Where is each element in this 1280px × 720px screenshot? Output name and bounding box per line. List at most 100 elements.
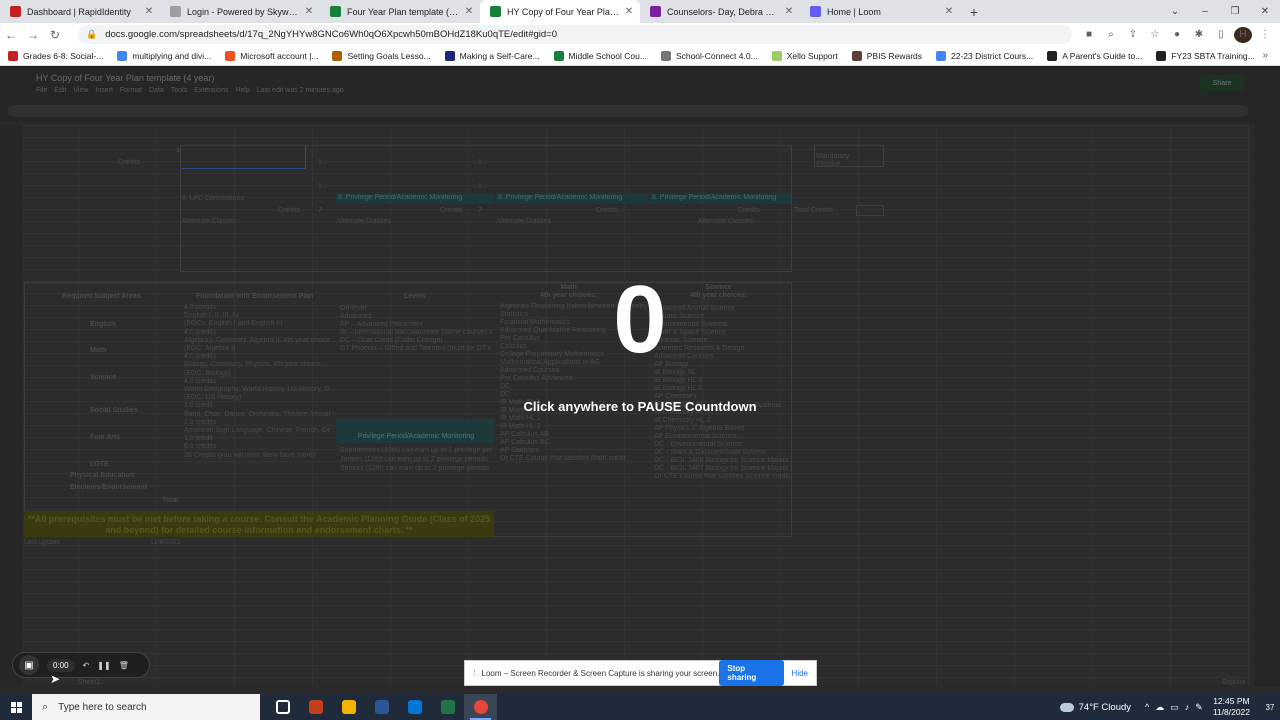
close-icon[interactable]: ✕ — [784, 6, 794, 17]
browser-tab[interactable]: Home | Loom ✕ — [800, 0, 960, 23]
privilege-line: Sophomores (10th) can earn up to 1 privi… — [340, 447, 492, 454]
new-tab-button[interactable]: + — [960, 0, 988, 23]
browser-tab[interactable]: Four Year Plan template (4 year) ✕ — [320, 0, 480, 23]
taskbar-app-file-explorer[interactable] — [332, 694, 365, 720]
sheets-menu-item[interactable]: Format — [120, 87, 142, 94]
share-icon[interactable]: ⇪ — [1124, 29, 1142, 40]
weather-widget[interactable]: 74°F Cloudy — [1059, 702, 1131, 713]
window-close-icon[interactable]: ✕ — [1250, 0, 1280, 23]
bookmark-item[interactable]: multiplying and divi... — [117, 50, 211, 61]
bookmark-label: Making a Self-Care... — [459, 50, 540, 61]
clock[interactable]: 12:45 PM 11/8/2022 — [1213, 696, 1250, 718]
notification-center[interactable]: 37 — [1260, 697, 1280, 717]
back-icon[interactable]: ← — [0, 28, 22, 42]
sheets-menu-item[interactable]: File — [36, 87, 47, 94]
countdown-number[interactable]: 0 — [0, 270, 1280, 370]
sheets-menu-item[interactable]: Help — [235, 87, 249, 94]
sheets-menu-item[interactable]: Extensions — [194, 87, 228, 94]
taskbar-app-word[interactable] — [365, 694, 398, 720]
browser-tab[interactable]: Counselors- Day, Debra & Young ✕ — [640, 0, 800, 23]
browser-tab[interactable]: Login - Powered by Skyward ✕ — [160, 0, 320, 23]
sidepanel-icon[interactable]: ▯ — [1212, 29, 1230, 40]
address-bar[interactable]: 🔒 docs.google.com/spreadsheets/d/17q_2Ng… — [78, 25, 1072, 44]
taskbar-app-task-view[interactable] — [266, 694, 299, 720]
tab-title: Login - Powered by Skyward — [187, 6, 300, 17]
bookmarks-more-icon[interactable]: » — [1262, 50, 1268, 61]
start-button[interactable] — [0, 694, 32, 720]
speaker-icon[interactable]: ♪ — [1185, 702, 1190, 713]
bookmark-label: FY23 SBTA Training... — [1171, 50, 1255, 61]
sheets-menu-item[interactable]: View — [73, 87, 88, 94]
bookmark-favicon-icon — [8, 50, 18, 61]
camera-icon[interactable]: ▣ — [19, 655, 39, 675]
chrome-icon — [473, 700, 488, 714]
doc-title[interactable]: HY Copy of Four Year Plan template (4 ye… — [36, 73, 214, 83]
bookmark-item[interactable]: Microsoft account |... — [225, 50, 318, 61]
bookmark-item[interactable]: FY23 SBTA Training... — [1156, 50, 1255, 61]
bookmark-item[interactable]: School-Connect 4.0... — [660, 50, 758, 61]
taskbar-app-chrome[interactable] — [464, 694, 497, 720]
sheets-menu-item[interactable]: Last edit was 2 minutes ago — [257, 87, 344, 94]
chevron-down-icon[interactable]: ⌄ — [1160, 0, 1190, 23]
forward-icon[interactable]: → — [22, 28, 44, 42]
star-icon[interactable]: ☆ — [1146, 29, 1164, 40]
share-button[interactable]: Share — [1200, 75, 1244, 91]
pause-icon[interactable]: ❚❚ — [97, 661, 110, 670]
bookmark-item[interactable]: Xello Support — [771, 50, 838, 61]
stop-sharing-button[interactable]: Stop sharing — [719, 660, 784, 686]
sheet-tab[interactable]: Sheet1 — [78, 679, 100, 686]
plan-table-outline — [180, 145, 792, 272]
browser-toolbar: ← → ↻ 🔒 docs.google.com/spreadsheets/d/1… — [0, 23, 1280, 46]
sheets-menu-item[interactable]: Data — [149, 87, 164, 94]
network-icon[interactable]: ▭ — [1170, 702, 1179, 713]
kebab-menu-icon[interactable]: ⋮ — [1256, 29, 1274, 40]
close-icon[interactable]: ✕ — [624, 6, 634, 17]
bookmark-item[interactable]: PBIS Rewards — [851, 50, 922, 61]
chevron-up-icon[interactable]: ^ — [1145, 702, 1149, 713]
restore-icon[interactable]: ❐ — [1220, 0, 1250, 23]
close-icon[interactable]: ✕ — [144, 6, 154, 17]
taskbar-app-outlook[interactable] — [398, 694, 431, 720]
camera-icon[interactable]: ■ — [1080, 29, 1098, 40]
onedrive-icon[interactable]: ☁ — [1155, 702, 1164, 713]
browser-tab[interactable]: HY Copy of Four Year Plan template (4 ye… — [480, 0, 640, 23]
explore-button[interactable]: Explore — [1222, 679, 1246, 686]
bookmark-item[interactable]: Grades 6-8: Social-... — [8, 50, 103, 61]
bookmark-item[interactable]: 22-23 District Cours... — [936, 50, 1033, 61]
zoom-icon[interactable]: ⌕ — [1102, 29, 1120, 40]
sheets-menu-item[interactable]: Insert — [95, 87, 113, 94]
extensions-puzzle-icon[interactable]: ✱ — [1190, 29, 1208, 40]
foundation-line: American Sign Language, Chinese, French,… — [184, 427, 330, 434]
undo-icon[interactable]: ↶ — [83, 661, 90, 670]
browser-tab[interactable]: Dashboard | RapidIdentity ✕ — [0, 0, 160, 23]
taskbar-app-excel[interactable] — [431, 694, 464, 720]
bookmark-item[interactable]: Middle School Cou... — [553, 50, 647, 61]
bookmark-item[interactable]: Setting Goals Lesso... — [332, 50, 431, 61]
math-line: IB Math HL 2 — [500, 423, 541, 430]
bookmark-item[interactable]: A Parent's Guide to... — [1047, 50, 1142, 61]
pen-icon[interactable]: ✎ — [1195, 702, 1203, 713]
bookmark-favicon-icon — [225, 50, 236, 61]
minimize-icon[interactable]: – — [1190, 0, 1220, 23]
bookmark-item[interactable]: Making a Self-Care... — [444, 50, 540, 61]
sheets-menu-item[interactable]: Tools — [171, 87, 187, 94]
taskbar-app-powerpoint[interactable] — [299, 694, 332, 720]
format-toolbar — [8, 105, 1248, 117]
extension-loom-icon[interactable]: ● — [1168, 29, 1186, 40]
trash-icon[interactable]: 🗑 — [119, 661, 129, 670]
profile-avatar[interactable]: H — [1234, 26, 1252, 43]
hide-button[interactable]: Hide — [792, 669, 808, 678]
tab-favicon-icon — [810, 6, 821, 17]
sheets-app-dimmed[interactable]: HY Copy of Four Year Plan template (4 ye… — [0, 67, 1280, 694]
math-line: DC — [500, 391, 511, 398]
pause-countdown-hint[interactable]: Click anywhere to PAUSE Countdown — [0, 399, 1280, 414]
taskbar-search[interactable]: ⌕ Type here to search — [32, 694, 260, 720]
close-icon[interactable]: ✕ — [464, 6, 474, 17]
sheets-menu-item[interactable]: Edit — [54, 87, 66, 94]
math-line: Or CTE Course that satisfies Math credit — [500, 455, 626, 462]
reload-icon[interactable]: ↻ — [44, 28, 66, 42]
windows-logo-icon — [10, 701, 22, 713]
close-icon[interactable]: ✕ — [944, 6, 954, 17]
close-icon[interactable]: ✕ — [304, 6, 314, 17]
drag-handle-icon[interactable]: ⁞ — [473, 668, 476, 678]
